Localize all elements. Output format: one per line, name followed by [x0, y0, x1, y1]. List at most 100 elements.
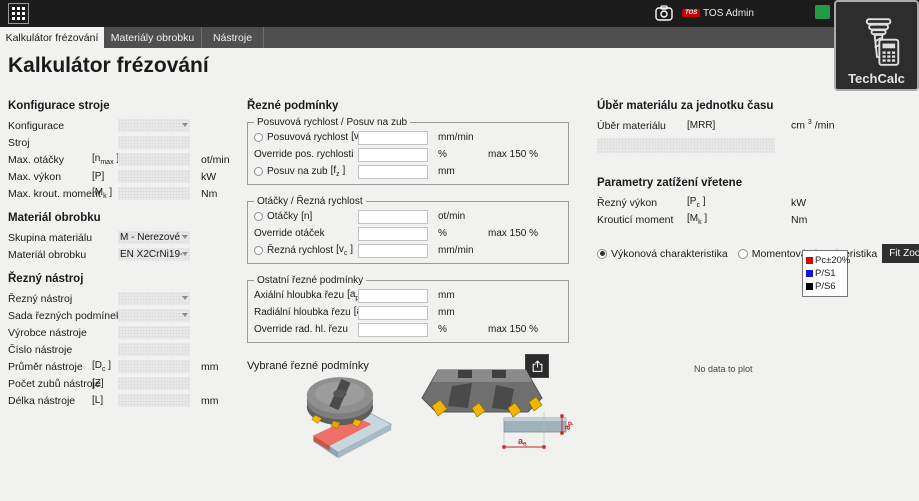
field-row: Radiální hloubka řezu[ae ] mm: [254, 304, 562, 321]
tab-kalkulator-frezovani[interactable]: Kalkulátor frézování: [0, 27, 104, 48]
speed-group: Otáčky / Řezná rychlost Otáčky[n] ot/min…: [247, 196, 569, 264]
field-label: Materiál obrobku: [8, 249, 92, 261]
vyrobce-nastroje-input[interactable]: [118, 326, 190, 339]
max-hint: max 150 %: [488, 324, 538, 335]
field-label: Sada řezných podmínek: [8, 310, 92, 322]
vykonova-charakteristika-radio[interactable]: [597, 249, 607, 259]
field-symbol: [L]: [92, 395, 118, 406]
face-mill-side-image: ae ap: [414, 360, 574, 464]
camera-icon[interactable]: [655, 5, 673, 21]
otacky-input[interactable]: [358, 210, 428, 224]
field-unit: kW: [201, 171, 216, 183]
field-unit: mm: [438, 166, 484, 177]
field-row: Sada řezných podmínek: [8, 307, 244, 324]
posuv-na-zub-radio[interactable]: [254, 167, 263, 176]
pocet-zubu-input[interactable]: [118, 377, 190, 390]
konfigurace-select[interactable]: [118, 119, 190, 132]
override-pos-rychlosti-input[interactable]: [358, 148, 428, 162]
field-label: Počet zubů nástroje: [8, 378, 92, 390]
field-row: Axiální hloubka řezu[ap ] mm: [254, 287, 562, 304]
field-unit: mm: [201, 361, 219, 373]
radio-label: Výkonová charakteristika: [611, 248, 728, 260]
posuvova-rychlost-radio[interactable]: [254, 133, 263, 142]
select-value: M - Nerezové o: [120, 231, 182, 244]
chevron-down-icon: [182, 313, 188, 317]
speed-group-legend: Otáčky / Řezná rychlost: [254, 196, 366, 207]
other-conditions-group: Ostatní řezné podmínky Axiální hloubka ř…: [247, 275, 569, 343]
field-unit: mm/min: [438, 245, 484, 256]
posuvova-rychlost-input[interactable]: [358, 131, 428, 145]
field-label: Radiální hloubka řezu: [254, 307, 351, 318]
field-label: Průměr nástroje: [8, 361, 92, 373]
material-obrobku-select[interactable]: EN X2CrNi19-1: [118, 248, 190, 261]
grid-icon: [12, 7, 25, 20]
field-label: Otáčky: [267, 211, 298, 222]
cutting-section-title: Řezné podmínky: [247, 100, 569, 112]
rezny-nastroj-select[interactable]: [118, 292, 190, 305]
skupina-materialu-select[interactable]: M - Nerezové o: [118, 231, 190, 244]
tab-bar: Kalkulátor frézování Materiály obrobku N…: [0, 27, 919, 48]
field-label: Úběr materiálu: [597, 120, 687, 132]
tab-materialy-obrobku[interactable]: Materiály obrobku: [104, 27, 202, 48]
chart-mode-radios: Výkonová charakteristika Momentová chara…: [597, 244, 915, 263]
left-column: Konfigurace stroje Konfigurace Stroj Max…: [8, 100, 244, 419]
max-krout-moment-input[interactable]: [118, 187, 190, 200]
field-unit: %: [438, 228, 484, 239]
green-status-indicator: [815, 5, 830, 19]
stroj-input[interactable]: [118, 136, 190, 149]
techcalc-label: TechCalc: [848, 71, 905, 86]
otacky-radio[interactable]: [254, 212, 263, 221]
legend-swatch-ps1: [806, 270, 813, 277]
chevron-down-icon: [182, 252, 188, 256]
tab-nastroje[interactable]: Nástroje: [202, 27, 264, 48]
legend-label: P/S6: [815, 281, 836, 292]
field-symbol: [P]: [92, 171, 118, 182]
delka-nastroje-input[interactable]: [118, 394, 190, 407]
field-label: Stroj: [8, 137, 92, 149]
field-row: Max. krout. moment [Mk ] Nm: [8, 185, 244, 202]
techcalc-widget[interactable]: TechCalc: [834, 0, 919, 91]
axialni-hloubka-input[interactable]: [358, 289, 428, 303]
field-label: Max. výkon: [8, 171, 92, 183]
field-unit: mm: [201, 395, 219, 407]
no-data-message: No data to plot: [694, 364, 753, 374]
field-symbol: [Mk ]: [687, 213, 791, 226]
legend-swatch-pc: [806, 257, 813, 264]
field-row: Materiál obrobku EN X2CrNi19-1: [8, 246, 244, 263]
spindle-section-title: Parametry zatížení vřetene: [597, 177, 915, 189]
max-otacky-input[interactable]: [118, 153, 190, 166]
field-label: Override pos. rychlosti: [254, 149, 353, 160]
field-unit: ot/min: [201, 154, 230, 166]
prumer-nastroje-input[interactable]: [118, 360, 190, 373]
mrr-section-title: Úběr materiálu za jednotku času: [597, 100, 915, 112]
mrr-value-field[interactable]: [597, 138, 775, 153]
max-vykon-input[interactable]: [118, 170, 190, 183]
posuv-na-zub-input[interactable]: [358, 165, 428, 179]
field-unit: Nm: [791, 214, 807, 226]
fit-zoom-button[interactable]: Fit Zoom: [882, 244, 919, 263]
field-symbol: [MRR]: [687, 120, 791, 131]
field-row: Řezný výkon [Pc ] kW: [597, 194, 915, 211]
field-label: Krouticí moment: [597, 214, 687, 226]
other-group-legend: Ostatní řezné podmínky: [254, 275, 366, 286]
field-symbol: [nmax ]: [92, 153, 118, 166]
momentova-charakteristika-radio[interactable]: [738, 249, 748, 259]
select-value: EN X2CrNi19-1: [120, 248, 182, 261]
legend-label: Pc±20%: [815, 255, 850, 266]
rezna-rychlost-radio[interactable]: [254, 246, 263, 255]
override-rad-hl-input[interactable]: [358, 323, 428, 337]
topbar: TOS TOS Admin: [0, 0, 919, 27]
field-label: Konfigurace: [8, 120, 92, 132]
radialni-hloubka-input[interactable]: [358, 306, 428, 320]
rezna-rychlost-input[interactable]: [358, 244, 428, 258]
sada-podminek-select[interactable]: [118, 309, 190, 322]
cislo-nastroje-input[interactable]: [118, 343, 190, 356]
field-row: Počet zubů nástroje [Z]: [8, 375, 244, 392]
override-otacek-input[interactable]: [358, 227, 428, 241]
field-unit: mm: [438, 307, 484, 318]
apps-grid-button[interactable]: [8, 3, 29, 24]
field-unit: mm/min: [438, 132, 484, 143]
field-symbol: [Z]: [92, 378, 118, 389]
field-row: Řezná rychlost[vc ] mm/min: [254, 242, 562, 259]
techcalc-icon: [851, 13, 903, 71]
